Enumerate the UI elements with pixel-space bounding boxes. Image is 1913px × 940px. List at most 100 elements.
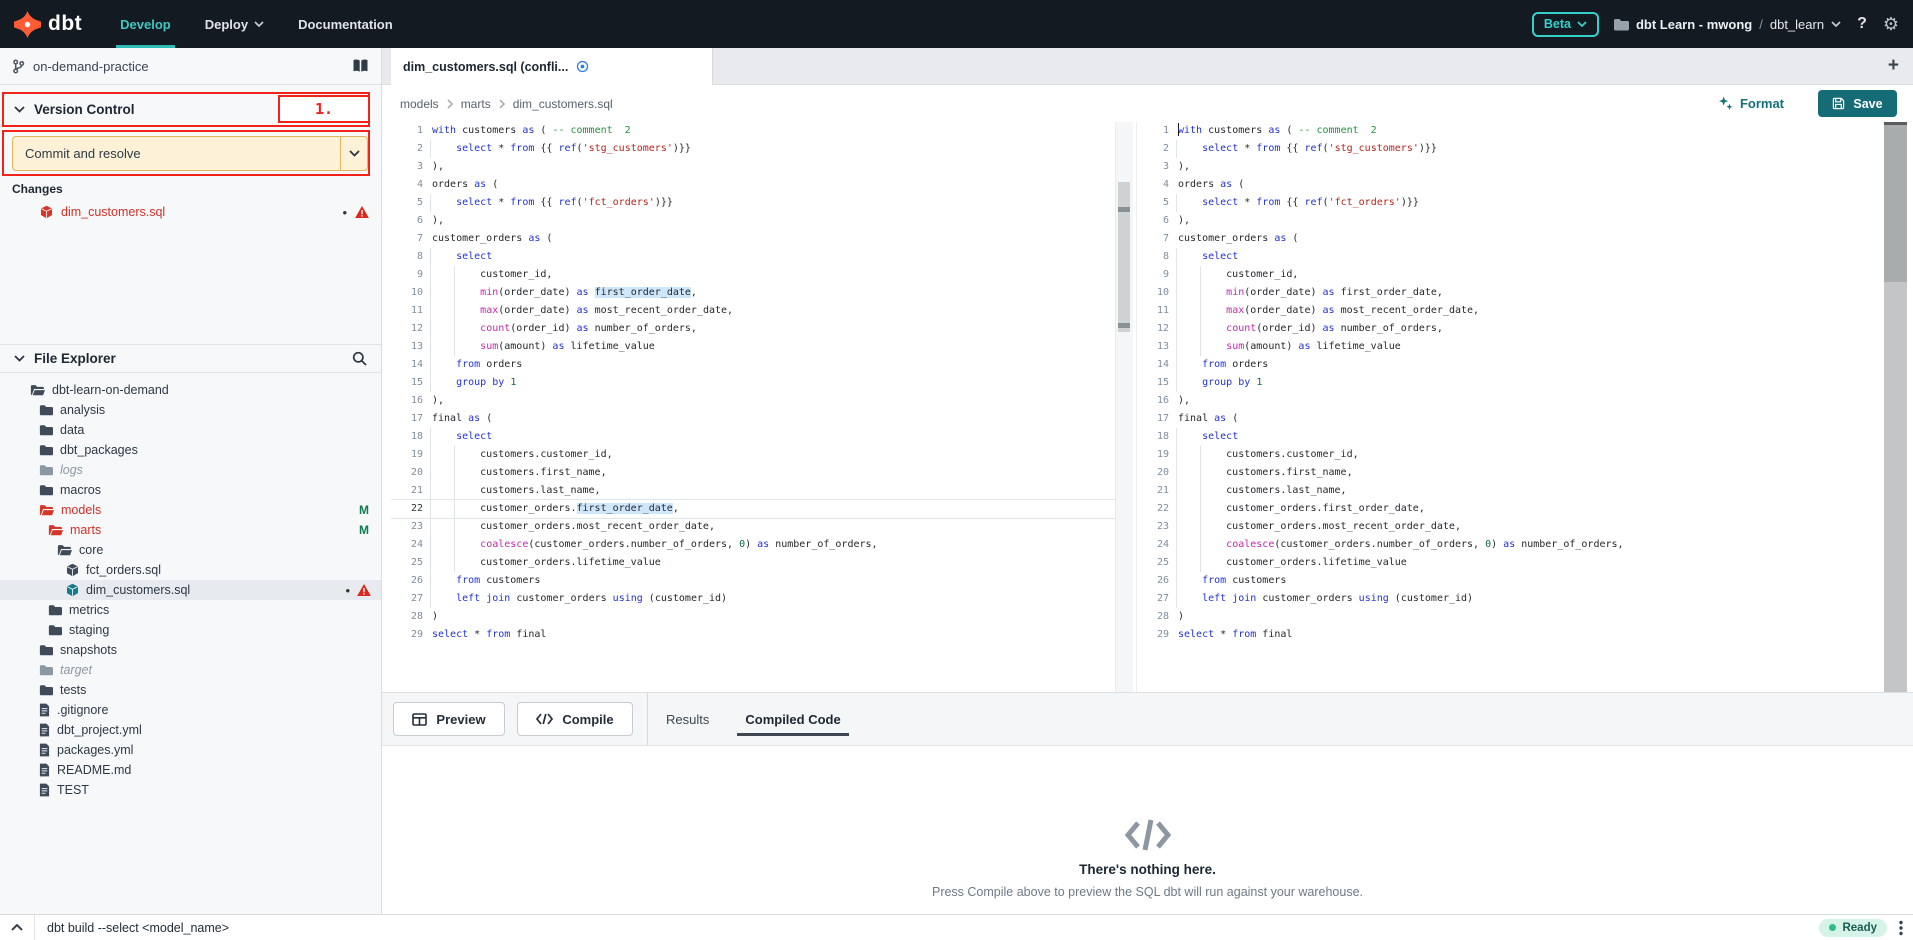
nav-develop[interactable]: Develop bbox=[116, 0, 175, 48]
commit-options-caret[interactable] bbox=[340, 137, 367, 170]
file-tree-item-dbt-project-yml[interactable]: dbt_project.yml bbox=[0, 720, 381, 740]
results-panel: There's nothing here. Press Compile abov… bbox=[382, 746, 1913, 914]
line-number: 21 bbox=[397, 482, 423, 500]
code-text: customers.first_name, bbox=[1178, 464, 1353, 482]
file-explorer-section-header[interactable]: File Explorer bbox=[0, 344, 381, 373]
file-tree-item-fct-orders-sql[interactable]: fct_orders.sql bbox=[0, 560, 381, 580]
code-text: ), bbox=[432, 212, 444, 230]
file-tree-item-tests[interactable]: tests bbox=[0, 680, 381, 700]
file-tree-item-dim-customers-sql[interactable]: dim_customers.sql• bbox=[0, 580, 381, 600]
file-tree-item-core[interactable]: core bbox=[0, 540, 381, 560]
status-badge[interactable]: Ready bbox=[1819, 919, 1887, 937]
indent-guide bbox=[1200, 482, 1201, 500]
commit-and-resolve-button[interactable]: Commit and resolve bbox=[13, 137, 340, 170]
file-tree-item-metrics[interactable]: metrics bbox=[0, 600, 381, 620]
preview-button[interactable]: Preview bbox=[393, 702, 505, 736]
code-pane-left[interactable]: 1with customers as ( -- comment 22 selec… bbox=[391, 122, 1115, 692]
docs-book-icon[interactable] bbox=[352, 59, 369, 73]
code-line-22: 22 customer_orders.first_order_date, bbox=[391, 500, 1115, 518]
compile-button[interactable]: Compile bbox=[517, 702, 633, 736]
code-line-6: 6), bbox=[391, 212, 1115, 230]
account-project-selector[interactable]: dbt Learn - mwong / dbt_learn bbox=[1613, 17, 1841, 32]
file-tree-item-data[interactable]: data bbox=[0, 420, 381, 440]
indent-guide bbox=[1176, 140, 1177, 158]
breadcrumb-marts[interactable]: marts bbox=[461, 97, 491, 111]
file-tree-item-dbt-packages[interactable]: dbt_packages bbox=[0, 440, 381, 460]
left-pane-scrollbar[interactable] bbox=[1115, 122, 1133, 692]
indent-guide bbox=[1200, 266, 1201, 284]
file-tree-item-models[interactable]: modelsM bbox=[0, 500, 381, 520]
code-text: select bbox=[1178, 428, 1238, 446]
code-text: max(order_date) as most_recent_order_dat… bbox=[1178, 302, 1479, 320]
help-button[interactable]: ? bbox=[1855, 15, 1869, 33]
right-pane-scrollbar[interactable] bbox=[1884, 122, 1907, 692]
line-number: 23 bbox=[397, 518, 423, 536]
code-line-13: 13 sum(amount) as lifetime_value bbox=[1137, 338, 1884, 356]
scrollbar-thumb[interactable] bbox=[1884, 122, 1907, 282]
scrollbar-thumb[interactable] bbox=[1118, 182, 1130, 332]
code-text: max(order_date) as most_recent_order_dat… bbox=[432, 302, 733, 320]
git-modified-badge: M bbox=[359, 523, 369, 537]
code-line-4: 4orders as ( bbox=[391, 176, 1115, 194]
folder-icon bbox=[48, 604, 62, 616]
new-tab-button[interactable]: + bbox=[1888, 55, 1899, 77]
tab-dim-customers[interactable]: dim_customers.sql (confli... bbox=[391, 48, 713, 85]
format-button[interactable]: Format bbox=[1718, 96, 1784, 111]
kebab-menu-icon[interactable] bbox=[1899, 920, 1903, 936]
indent-guide bbox=[430, 320, 431, 338]
command-input[interactable]: dbt build --select <model_name> bbox=[47, 921, 1819, 935]
tab-compiled-code[interactable]: Compiled Code bbox=[727, 693, 858, 745]
git-branch-selector[interactable]: on-demand-practice bbox=[0, 48, 381, 85]
status-bar: dbt build --select <model_name> Ready bbox=[0, 914, 1913, 940]
settings-gear-icon[interactable]: ⚙ bbox=[1883, 15, 1899, 33]
file-tree-item-macros[interactable]: macros bbox=[0, 480, 381, 500]
file-name: dbt_project.yml bbox=[57, 723, 142, 737]
code-icon bbox=[536, 713, 553, 725]
file-name: staging bbox=[69, 623, 109, 637]
file-tree-item-gitignore[interactable]: .gitignore bbox=[0, 700, 381, 720]
nav-deploy[interactable]: Deploy bbox=[201, 0, 268, 48]
line-number: 2 bbox=[397, 140, 423, 158]
file-tree-item-analysis[interactable]: analysis bbox=[0, 400, 381, 420]
file-tree-item-marts[interactable]: martsM bbox=[0, 520, 381, 540]
code-text: customer_orders.first_order_date, bbox=[432, 500, 679, 518]
line-number: 16 bbox=[1143, 392, 1169, 410]
code-line-3: 3), bbox=[1137, 158, 1884, 176]
tab-results[interactable]: Results bbox=[648, 693, 727, 745]
file-tree-item-logs[interactable]: logs bbox=[0, 460, 381, 480]
line-number: 13 bbox=[397, 338, 423, 356]
model-cube-icon bbox=[66, 583, 79, 597]
search-icon[interactable] bbox=[352, 351, 367, 366]
indent-guide bbox=[430, 428, 431, 446]
code-pane-right[interactable]: 1with customers as ( -- comment 22 selec… bbox=[1136, 122, 1884, 692]
file-tree-item-target[interactable]: target bbox=[0, 660, 381, 680]
collapse-panel-button[interactable] bbox=[0, 924, 34, 931]
code-line-2: 2 select * from {{ ref('stg_customers')}… bbox=[391, 140, 1115, 158]
breadcrumb-file[interactable]: dim_customers.sql bbox=[513, 97, 613, 111]
file-tree-item-readme-md[interactable]: README.md bbox=[0, 760, 381, 780]
breadcrumb-models[interactable]: models bbox=[400, 97, 439, 111]
folder-open-icon bbox=[57, 544, 72, 556]
code-line-29: 29select * from final bbox=[1137, 626, 1884, 644]
indent-guide bbox=[1200, 500, 1201, 518]
indent-guide bbox=[454, 500, 455, 518]
modified-dot: • bbox=[345, 583, 350, 598]
line-number: 20 bbox=[397, 464, 423, 482]
file-tree-item-test[interactable]: TEST bbox=[0, 780, 381, 800]
nav-documentation[interactable]: Documentation bbox=[294, 0, 397, 48]
file-tree-item-snapshots[interactable]: snapshots bbox=[0, 640, 381, 660]
file-tree-item-dbt-learn-on-demand[interactable]: dbt-learn-on-demand bbox=[0, 380, 381, 400]
file-tree-item-staging[interactable]: staging bbox=[0, 620, 381, 640]
beta-dropdown[interactable]: Beta bbox=[1532, 12, 1599, 37]
code-line-10: 10 min(order_date) as first_order_date, bbox=[1137, 284, 1884, 302]
indent-guide bbox=[430, 590, 431, 608]
line-number: 14 bbox=[1143, 356, 1169, 374]
changed-file-dim-customers-sql[interactable]: dim_customers.sql• bbox=[0, 200, 381, 224]
save-button[interactable]: Save bbox=[1818, 90, 1897, 117]
indent-guide bbox=[1200, 518, 1201, 536]
code-line-24: 24 coalesce(customer_orders.number_of_or… bbox=[1137, 536, 1884, 554]
code-line-9: 9 customer_id, bbox=[1137, 266, 1884, 284]
line-number: 22 bbox=[397, 500, 423, 518]
file-tree-item-packages-yml[interactable]: packages.yml bbox=[0, 740, 381, 760]
commit-and-resolve-split-button: Commit and resolve bbox=[12, 136, 368, 171]
